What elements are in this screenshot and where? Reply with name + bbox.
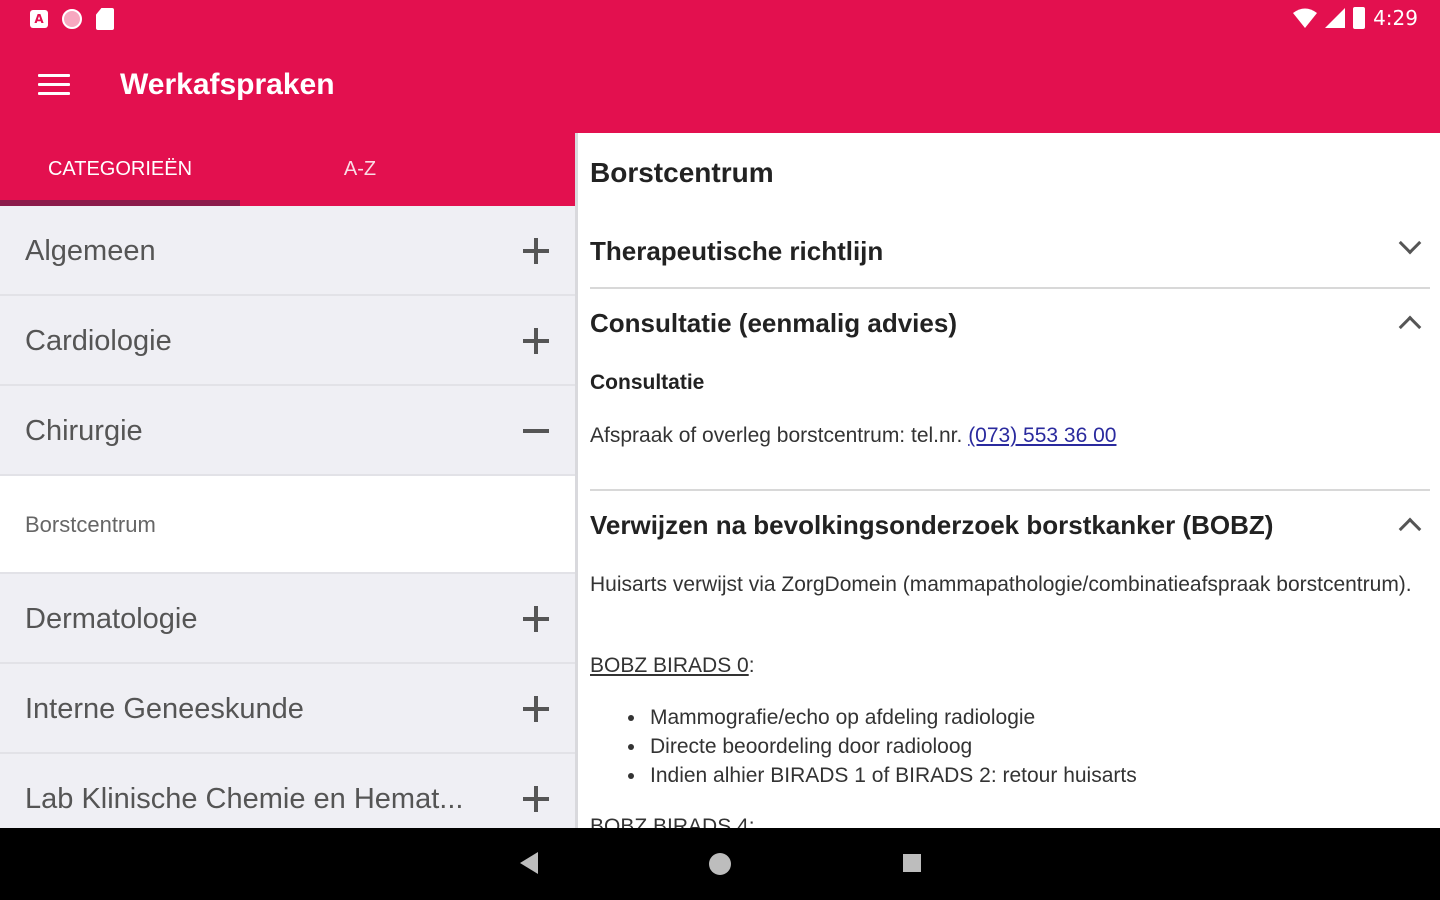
tab-categorieen[interactable]: CATEGORIEËN: [0, 133, 240, 206]
category-row-cardiologie[interactable]: Cardiologie: [0, 296, 575, 386]
consultatie-subheading: Consultatie: [590, 371, 705, 394]
record-notification-icon: [62, 9, 82, 29]
category-panel: CATEGORIEËN A-Z Algemeen Cardiologie Chi…: [0, 133, 575, 828]
birads-0-label-colon: :: [748, 654, 755, 677]
clock-time: 4:29: [1373, 6, 1418, 30]
bobz-paragraph: Huisarts verwijst via ZorgDomein (mammap…: [590, 573, 1412, 596]
plus-icon[interactable]: [523, 786, 549, 812]
subcategory-row-borstcentrum[interactable]: Borstcentrum: [0, 476, 575, 574]
detail-title: Borstcentrum: [590, 157, 774, 188]
consultatie-text: Afspraak of overleg borstcentrum: tel.nr…: [590, 421, 1420, 450]
app-notification-icon: A: [30, 10, 48, 28]
plus-icon[interactable]: [523, 696, 549, 722]
tab-a-z[interactable]: A-Z: [240, 133, 480, 206]
consultatie-text-prefix: Afspraak of overleg borstcentrum: tel.nr…: [590, 424, 969, 447]
sd-card-icon: [96, 8, 114, 30]
section-therapeutische-richtlijn[interactable]: Therapeutische richtlijn: [590, 231, 1430, 271]
section-title: Therapeutische richtlijn: [590, 236, 884, 266]
section-title: Verwijzen na bevolkingsonderzoek borstka…: [590, 510, 1274, 540]
system-navigation-bar: [0, 828, 1440, 900]
category-label: Algemeen: [25, 235, 156, 267]
subcategory-label: Borstcentrum: [25, 512, 156, 537]
plus-icon[interactable]: [523, 238, 549, 264]
birads-0-label: BOBZ BIRADS 0:: [590, 651, 1420, 680]
app-bar: Werkafspraken: [0, 40, 1440, 133]
section-title: Consultatie (eenmalig advies): [590, 308, 957, 338]
notification-icons: A: [30, 8, 114, 30]
birads-4-label: BOBZ BIRADS 4:: [590, 815, 755, 828]
home-icon[interactable]: [709, 853, 731, 875]
birads-0-list: Mammografie/echo op afdeling radiologie …: [628, 703, 1418, 790]
category-row-lab-klinische-chemie[interactable]: Lab Klinische Chemie en Hemat...: [0, 754, 575, 828]
category-row-interne-geneeskunde[interactable]: Interne Geneeskunde: [0, 664, 575, 754]
phone-link[interactable]: (073) 553 36 00: [968, 424, 1116, 447]
plus-icon[interactable]: [523, 328, 549, 354]
system-status-icons: 4:29: [1293, 6, 1418, 30]
section-consultatie[interactable]: Consultatie (eenmalig advies): [590, 303, 1430, 343]
category-label: Dermatologie: [25, 603, 198, 635]
category-label: Interne Geneeskunde: [25, 693, 304, 725]
list-item: Indien alhier BIRADS 1 of BIRADS 2: reto…: [628, 761, 1418, 790]
detail-panel[interactable]: Borstcentrum Therapeutische richtlijn Co…: [578, 133, 1440, 828]
status-bar: A 4:29: [0, 0, 1440, 40]
category-row-algemeen[interactable]: Algemeen: [0, 206, 575, 296]
back-icon[interactable]: [520, 852, 538, 874]
section-divider: [590, 489, 1430, 491]
recent-apps-icon[interactable]: [903, 854, 921, 872]
category-label: Lab Klinische Chemie en Hemat...: [25, 783, 464, 815]
app-title: Werkafspraken: [120, 68, 335, 101]
section-divider: [590, 287, 1430, 289]
battery-icon: [1353, 7, 1366, 29]
plus-icon[interactable]: [523, 606, 549, 632]
category-row-chirurgie[interactable]: Chirurgie: [0, 386, 575, 476]
category-row-dermatologie[interactable]: Dermatologie: [0, 574, 575, 664]
category-label: Cardiologie: [25, 325, 172, 357]
category-label: Chirurgie: [25, 415, 143, 447]
section-verwijzen-bobz[interactable]: Verwijzen na bevolkingsonderzoek borstka…: [590, 505, 1430, 545]
cell-signal-icon: [1325, 8, 1346, 28]
minus-icon[interactable]: [523, 418, 549, 444]
birads-0-label-text: BOBZ BIRADS 0: [590, 654, 749, 677]
wifi-icon: [1293, 8, 1318, 28]
list-item: Directe beoordeling door radioloog: [628, 732, 1418, 761]
tab-bar: CATEGORIEËN A-Z: [0, 133, 575, 206]
list-item: Mammografie/echo op afdeling radiologie: [628, 703, 1418, 732]
hamburger-menu-icon[interactable]: [38, 74, 70, 98]
